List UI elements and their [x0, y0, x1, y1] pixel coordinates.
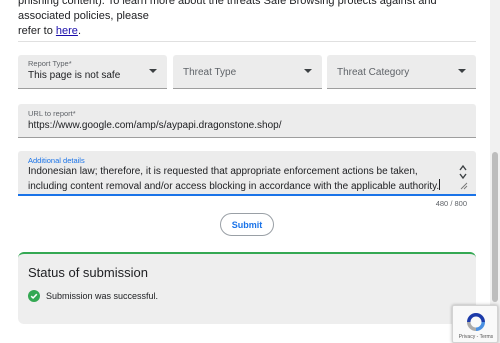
recaptcha-links: Privacy - Terms: [455, 334, 497, 340]
intro-line-2: refer to here.: [18, 24, 476, 39]
report-type-select[interactable]: Report Type* This page is not safe: [18, 55, 167, 89]
recaptcha-badge[interactable]: Privacy - Terms: [452, 305, 498, 343]
character-counter: 480 / 800: [435, 199, 467, 208]
threat-category-select[interactable]: Threat Category: [327, 55, 476, 89]
recaptcha-terms-link[interactable]: Terms: [480, 334, 494, 340]
check-circle-icon: [28, 290, 40, 302]
details-text: Indonesian law; therefore, it is request…: [28, 165, 448, 194]
intro-text: phishing content). To learn more about t…: [18, 0, 476, 39]
scrollbar-thumb[interactable]: [492, 152, 498, 302]
intro-line-1: phishing content). To learn more about t…: [18, 0, 437, 22]
status-message: Submission was successful.: [46, 291, 159, 301]
status-title: Status of submission: [28, 265, 148, 280]
intro-line-2-suffix: .: [77, 25, 81, 37]
details-value: Indonesian law; therefore, it is request…: [28, 166, 440, 192]
intro-line-2-prefix: refer to: [18, 25, 56, 37]
policies-link[interactable]: here: [56, 25, 78, 37]
threat-category-placeholder: Threat Category: [337, 67, 410, 78]
url-field[interactable]: URL to report* https://www.google.com/am…: [18, 104, 476, 138]
page-scrollbar[interactable]: [490, 0, 500, 343]
url-label: URL to report*: [28, 109, 76, 118]
report-type-label: Report Type*: [28, 59, 72, 68]
threat-type-select[interactable]: Threat Type: [173, 55, 322, 89]
chevron-down-icon: [304, 69, 312, 73]
divider: [18, 41, 476, 42]
resize-handle-icon[interactable]: [460, 182, 468, 190]
details-label: Additional details: [28, 156, 85, 165]
details-textarea[interactable]: Additional details Indonesian law; there…: [18, 151, 476, 196]
scroll-arrows-icon[interactable]: [458, 164, 468, 180]
recaptcha-logo-icon: [467, 313, 485, 331]
report-type-value: This page is not safe: [28, 70, 121, 81]
chevron-down-icon: [458, 69, 466, 73]
status-card: Status of submission Submission was succ…: [18, 252, 476, 324]
recaptcha-privacy-link[interactable]: Privacy: [459, 334, 475, 340]
text-cursor: [439, 179, 441, 190]
report-page: phishing content). To learn more about t…: [0, 0, 500, 343]
url-value: https://www.google.com/amp/s/aypapi.drag…: [28, 120, 282, 131]
submit-button[interactable]: Submit: [220, 213, 274, 236]
chevron-down-icon: [149, 69, 157, 73]
threat-type-placeholder: Threat Type: [183, 67, 237, 78]
